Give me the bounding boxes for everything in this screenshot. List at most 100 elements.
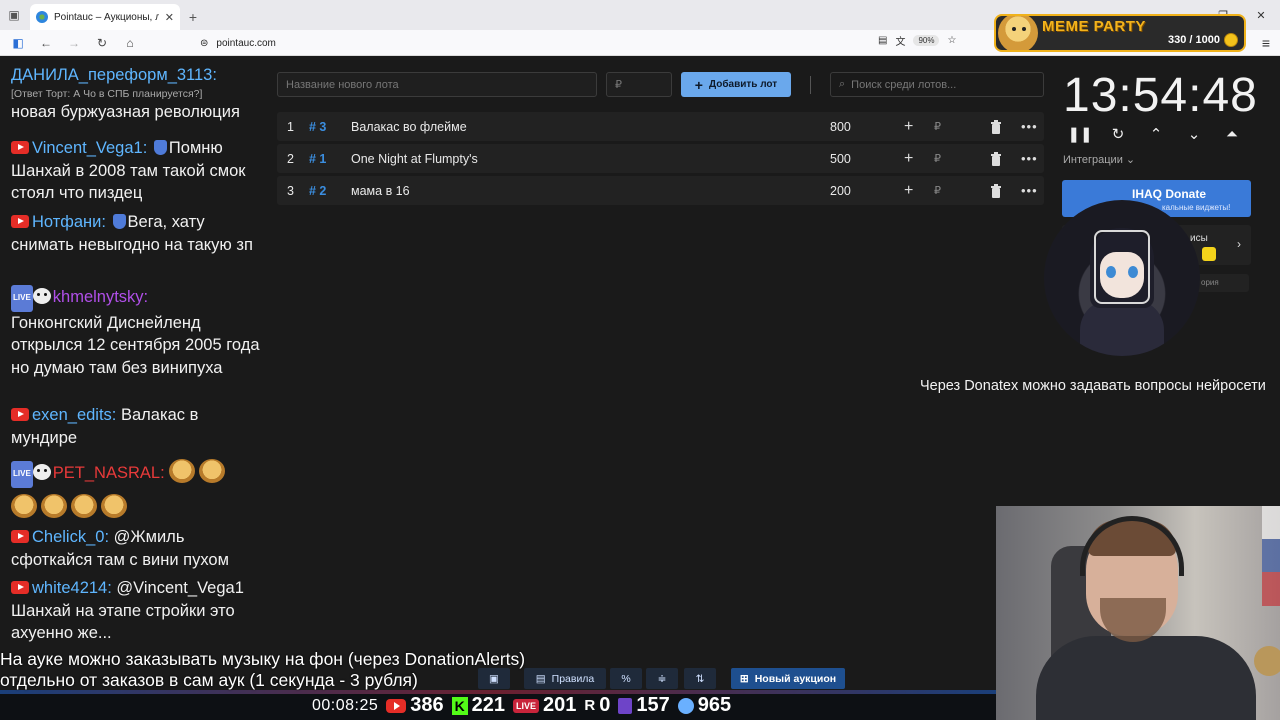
chat-panel: ДАНИЛА_переформ_3113: [Ответ Торт: А Чо …: [0, 56, 272, 652]
vtuber-avatar: [1044, 200, 1200, 356]
lot-name[interactable]: One Night at Flumpty's: [351, 152, 478, 166]
new-auction-button[interactable]: ⊞ Новый аукцион: [731, 668, 845, 689]
panda-emote-icon: [32, 464, 51, 480]
lot-amount-input[interactable]: ₽: [606, 72, 672, 97]
chat-reply: [Ответ Торт: А Чо в СПБ планируется?]: [11, 87, 203, 100]
total-viewers: 965: [697, 694, 732, 716]
stream-stats: 00:08:25 386 K 221 LIVE 201 R0 157 965: [312, 694, 731, 717]
lot-index: 1: [287, 119, 294, 134]
url-text: pointauc.com: [216, 37, 276, 49]
tab-title: Pointauc – Аукционы, лотереи: [54, 11, 159, 23]
music-info-line1: На ауке можно заказывать музыку на фон (…: [0, 649, 526, 669]
chat-message: LIVE khmelnytsky: Гонконгский Диснейленд …: [11, 285, 269, 379]
sort-icon[interactable]: ⇅: [684, 668, 716, 689]
browser-tab[interactable]: Pointauc – Аукционы, лотереи ✕: [30, 4, 180, 30]
add-amount-icon[interactable]: +: [904, 150, 913, 168]
reset-icon[interactable]: ↻: [1106, 124, 1130, 144]
add-lot-label: Добавить лот: [708, 79, 778, 90]
chat-text: Шанхай в 2008 там такой смок стоял что п…: [11, 161, 246, 203]
webcam-feed: [996, 506, 1280, 720]
coin-icon: [1224, 33, 1238, 47]
close-window-icon[interactable]: ✕: [1242, 0, 1280, 30]
lot-index: 3: [287, 183, 294, 198]
youtube-icon: [11, 581, 29, 594]
history-button[interactable]: ория: [1195, 274, 1249, 292]
sidebar-icon[interactable]: ◧: [6, 32, 30, 54]
youtube-icon: [386, 698, 407, 713]
chat-nick: Vincent_Vega1:: [32, 139, 148, 157]
add-amount-icon[interactable]: +: [904, 118, 913, 136]
integrations-toggle[interactable]: Интеграции ⌄: [1063, 153, 1135, 166]
bookmark-star-icon[interactable]: ☆: [947, 35, 956, 46]
lot-name[interactable]: мама в 16: [351, 184, 410, 198]
music-info-text: На ауке можно заказывать музыку на фон (…: [0, 649, 525, 691]
site-info-icon[interactable]: ⊜: [200, 38, 208, 49]
service-logo-icon: [1202, 247, 1216, 261]
app-menu-icon[interactable]: ≡: [1262, 35, 1270, 51]
add-amount-icon[interactable]: +: [904, 182, 913, 200]
favicon-icon: [36, 11, 48, 23]
chat-text: @Жмиль: [113, 528, 185, 546]
reload-icon[interactable]: ↻: [90, 32, 114, 54]
ihaq-title: IHAQ Donate: [1132, 187, 1207, 201]
home-icon[interactable]: ⌂: [118, 32, 142, 54]
trash-icon[interactable]: [990, 119, 1002, 134]
twitch-viewers: 157: [636, 694, 670, 716]
chat-text: сфоткайся там с вини пухом: [11, 550, 229, 569]
chat-nick: ДАНИЛА_переформ_3113:: [11, 66, 217, 84]
lot-name[interactable]: Валакас во флейме: [351, 120, 467, 134]
back-icon[interactable]: ←: [34, 32, 58, 54]
chat-text: снимать невыгодно на такую зп: [11, 235, 253, 254]
lot-amount[interactable]: 500: [830, 152, 851, 166]
more-options-icon[interactable]: •••: [1021, 119, 1038, 134]
rules-label: Правила: [551, 672, 595, 685]
more-options-icon[interactable]: •••: [1021, 183, 1038, 198]
rules-button[interactable]: ▤ Правила: [524, 668, 606, 689]
chat-message: white4214: @Vincent_Vega1 Шанхай на этап…: [11, 577, 269, 645]
meme-party-count: 330 / 1000: [1168, 34, 1220, 46]
new-auction-label: Новый аукцион: [754, 672, 837, 685]
lot-amount[interactable]: 200: [830, 184, 851, 198]
lot-row[interactable]: 3 # 2 мама в 16 200 + ₽ •••: [277, 176, 1044, 205]
close-tab-icon[interactable]: ✕: [165, 11, 174, 24]
lot-row[interactable]: 1 # 3 Валакас во флейме 800 + ₽ •••: [277, 112, 1044, 141]
tab-list-icon[interactable]: ▣: [0, 0, 28, 30]
smiley-emote-icon: [199, 459, 226, 483]
new-tab-icon[interactable]: +: [180, 4, 206, 30]
rules-icon: ▤: [535, 672, 546, 685]
zoom-badge[interactable]: 90%: [913, 35, 940, 46]
translate-icon[interactable]: 文: [895, 33, 905, 48]
auction-app: Название нового лота ₽ + Добавить лот ⌕ …: [272, 56, 1052, 652]
chevron-up-icon[interactable]: ⌃: [1144, 124, 1168, 144]
more-options-icon[interactable]: •••: [1021, 151, 1038, 166]
screen: ▣ Pointauc – Аукционы, лотереи ✕ + ⌄ — ❐…: [0, 0, 1280, 720]
currency-label: ₽: [934, 121, 941, 133]
lot-search-input[interactable]: ⌕ Поиск среди лотов...: [830, 72, 1044, 97]
lot-id[interactable]: # 2: [309, 184, 326, 198]
split-icon[interactable]: ≑: [646, 668, 678, 689]
trash-icon[interactable]: [990, 183, 1002, 198]
doge-icon: [998, 16, 1038, 50]
live-badge: LIVE: [11, 285, 33, 312]
smiley-emote-icon: [169, 459, 196, 483]
chat-message: Chelick_0: @Жмиль сфоткайся там с вини п…: [11, 526, 269, 571]
live-viewers: 201: [543, 694, 577, 716]
lot-id[interactable]: # 3: [309, 120, 326, 134]
lot-amount[interactable]: 800: [830, 120, 851, 134]
currency-label: ₽: [934, 153, 941, 165]
add-lot-button[interactable]: + Добавить лот: [681, 72, 791, 97]
chevron-down-icon[interactable]: ⌄: [1182, 124, 1206, 144]
smiley-emote-icon: [101, 493, 127, 518]
trash-icon[interactable]: [990, 151, 1002, 166]
chat-message: ДАНИЛА_переформ_3113: [Ответ Торт: А Чо …: [11, 64, 269, 123]
pause-icon[interactable]: ❚❚: [1067, 124, 1092, 144]
lot-name-input[interactable]: Название нового лота: [277, 72, 597, 97]
lot-row[interactable]: 2 # 1 One Night at Flumpty's 500 + ₽ •••: [277, 144, 1044, 173]
percent-icon[interactable]: %: [610, 668, 642, 689]
forward-icon[interactable]: →: [62, 32, 86, 54]
collapse-icon[interactable]: ⏶: [1220, 124, 1244, 144]
reader-icon[interactable]: ▤: [878, 35, 887, 46]
url-bar[interactable]: ⊜ pointauc.com: [200, 33, 970, 53]
smiley-emote-icon: [71, 493, 97, 518]
lot-id[interactable]: # 1: [309, 152, 326, 166]
